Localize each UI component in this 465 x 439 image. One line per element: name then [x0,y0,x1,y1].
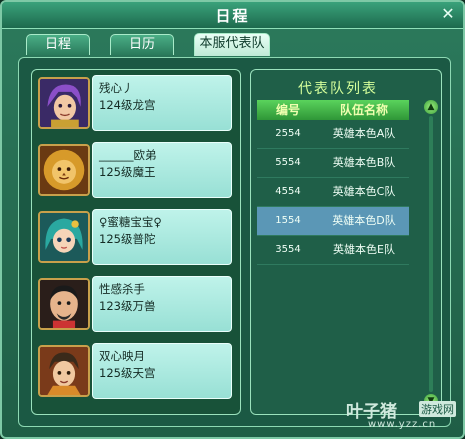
team-name: 英雄本色B队 [332,156,396,169]
member-card[interactable]: ______欧弟 125级魔王 [38,141,234,199]
tab-schedule[interactable]: 日程 [26,34,90,55]
tab-calendar[interactable]: 日历 [110,34,174,55]
content-panel: 残心丿 124级龙宫 ______欧弟 125级魔王 ♀蜜糖宝宝♀ 125级普陀… [18,57,451,427]
team-id: 4554 [275,186,301,197]
member-level: 125级普陀 [99,232,156,246]
member-name: ______欧弟 [99,148,157,162]
watermark-tag: 游戏网 [419,401,456,417]
member-card[interactable]: ♀蜜糖宝宝♀ 125级普陀 [38,208,234,266]
window-title: 日程 [215,7,250,25]
member-name: 残心丿 [99,81,134,95]
table-row[interactable]: 4554 英雄本色C队 [257,178,409,207]
member-info: 残心丿 124级龙宫 [92,75,232,131]
team-name: 英雄本色A队 [332,127,396,140]
table-row[interactable]: 2554 英雄本色A队 [257,120,409,149]
tab-server-team[interactable]: 本服代表队 [194,33,270,56]
team-id: 2554 [275,128,301,139]
scrollbar[interactable]: ▲ ▼ [424,100,438,408]
close-icon[interactable]: ✕ [439,5,457,23]
team-id: 1554 [275,215,301,226]
table-row[interactable]: 5554 英雄本色B队 [257,149,409,178]
member-level: 123级万兽 [99,299,156,313]
table-row-selected[interactable]: 1554 英雄本色D队 [257,207,409,236]
team-list-title: 代表队列表 [298,81,378,97]
schedule-window: 日程 ✕ 日程 日历 本服代表队 残心丿 124级龙宫 ______欧弟 125… [0,0,465,439]
team-name: 英雄本色D队 [332,214,396,227]
member-info: ______欧弟 125级魔王 [92,142,232,198]
table-row[interactable]: 3554 英雄本色E队 [257,236,409,265]
member-name: ♀蜜糖宝宝♀ [99,215,162,229]
column-header-team-name: 队伍名称 [339,103,388,117]
scroll-up-icon[interactable]: ▲ [424,100,438,114]
member-info: 双心映月 125级天宫 [92,343,232,399]
watermark: 叶子猪 游戏网 www.yzz.cn [346,397,464,437]
title-bar: 日程 ✕ [2,2,463,29]
member-info: ♀蜜糖宝宝♀ 125级普陀 [92,209,232,265]
team-id: 5554 [275,157,301,168]
bald-warrior-character-icon [38,278,90,330]
member-level: 125级天宫 [99,366,156,380]
column-header-id: 编号 [275,103,300,117]
member-name: 性感杀手 [99,282,145,296]
member-level: 124级龙宫 [99,98,156,112]
team-list-panel: 代表队列表 编号 队伍名称 2554 英雄本色A队 5554 英雄本色B队 45… [250,69,442,415]
team-id: 3554 [275,244,301,255]
member-list: 残心丿 124级龙宫 ______欧弟 125级魔王 ♀蜜糖宝宝♀ 125级普陀… [31,69,241,415]
team-name: 英雄本色E队 [333,243,395,256]
member-card[interactable]: 性感杀手 123级万兽 [38,275,234,333]
team-name: 英雄本色C队 [332,185,396,198]
member-level: 125级魔王 [99,165,156,179]
young-warrior-character-icon [38,345,90,397]
watermark-url: www.yzz.cn [368,419,437,430]
member-card[interactable]: 残心丿 124级龙宫 [38,74,234,132]
scroll-track[interactable] [429,116,433,392]
purple-haired-character-icon [38,77,90,129]
member-card[interactable]: 双心映月 125级天宫 [38,342,234,400]
teal-haired-girl-character-icon [38,211,90,263]
team-list-rows: 2554 英雄本色A队 5554 英雄本色B队 4554 英雄本色C队 1554… [257,120,409,265]
member-name: 双心映月 [99,349,145,363]
team-list-header: 编号 队伍名称 [257,100,409,120]
member-info: 性感杀手 123级万兽 [92,276,232,332]
lion-demon-character-icon [38,144,90,196]
